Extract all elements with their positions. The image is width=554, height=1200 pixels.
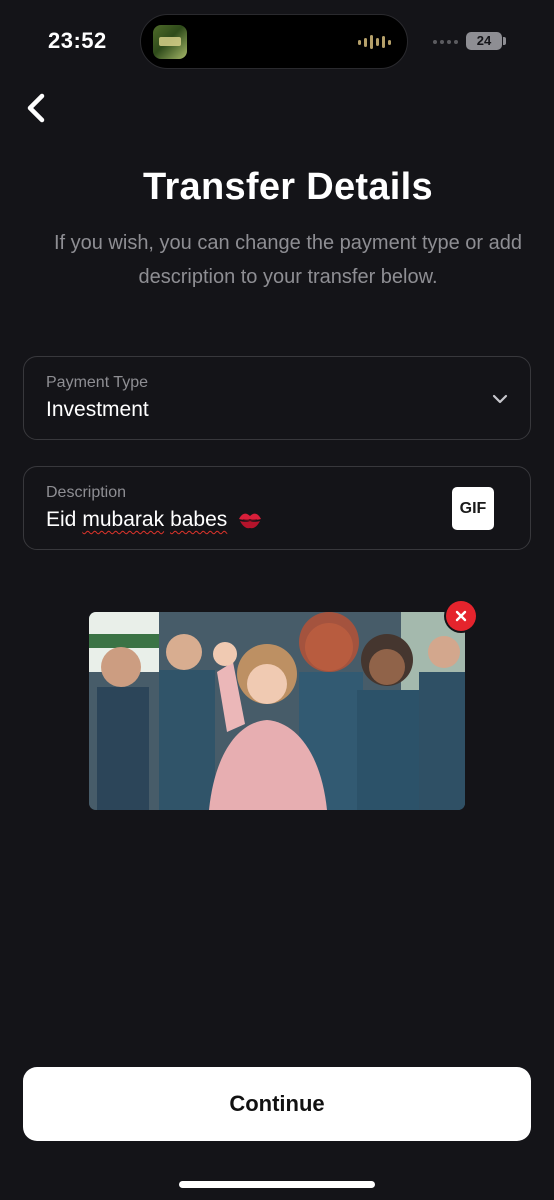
chevron-down-icon [492,394,508,404]
description-field[interactable]: Description Eid mubarak babes GIF [23,466,531,550]
payment-type-label: Payment Type [46,374,148,391]
gif-preview-image [89,612,465,810]
gif-scene [89,612,465,810]
now-playing-artwork [153,25,187,59]
battery-icon: 24 [466,32,502,50]
payment-type-value: Investment [46,398,149,421]
page-title: Transfer Details [143,166,433,208]
remove-gif-button[interactable] [446,601,476,631]
kiss-mark-icon [239,513,262,529]
audio-waveform-icon [358,34,391,50]
chevron-left-icon [27,93,45,123]
payment-type-select[interactable]: Payment Type Investment [23,356,531,440]
description-word: Eid [46,508,77,531]
status-time: 23:52 [48,28,107,53]
page-subtitle: If you wish, you can change the payment … [53,232,523,288]
gif-button[interactable]: GIF [452,487,494,530]
description-word-misspelled: mubarak [82,508,165,531]
close-icon [455,610,467,622]
signal-icon [433,40,458,44]
description-label: Description [46,484,127,501]
status-bar: 23:52 24 [0,0,554,86]
continue-button[interactable]: Continue [23,1067,531,1141]
description-word-misspelled: babes [170,508,228,531]
dynamic-island[interactable] [140,14,408,69]
back-button[interactable] [18,90,54,126]
description-input[interactable]: Eid mubarak babes [46,508,263,532]
home-indicator[interactable] [179,1181,375,1188]
battery-cap [503,37,506,45]
